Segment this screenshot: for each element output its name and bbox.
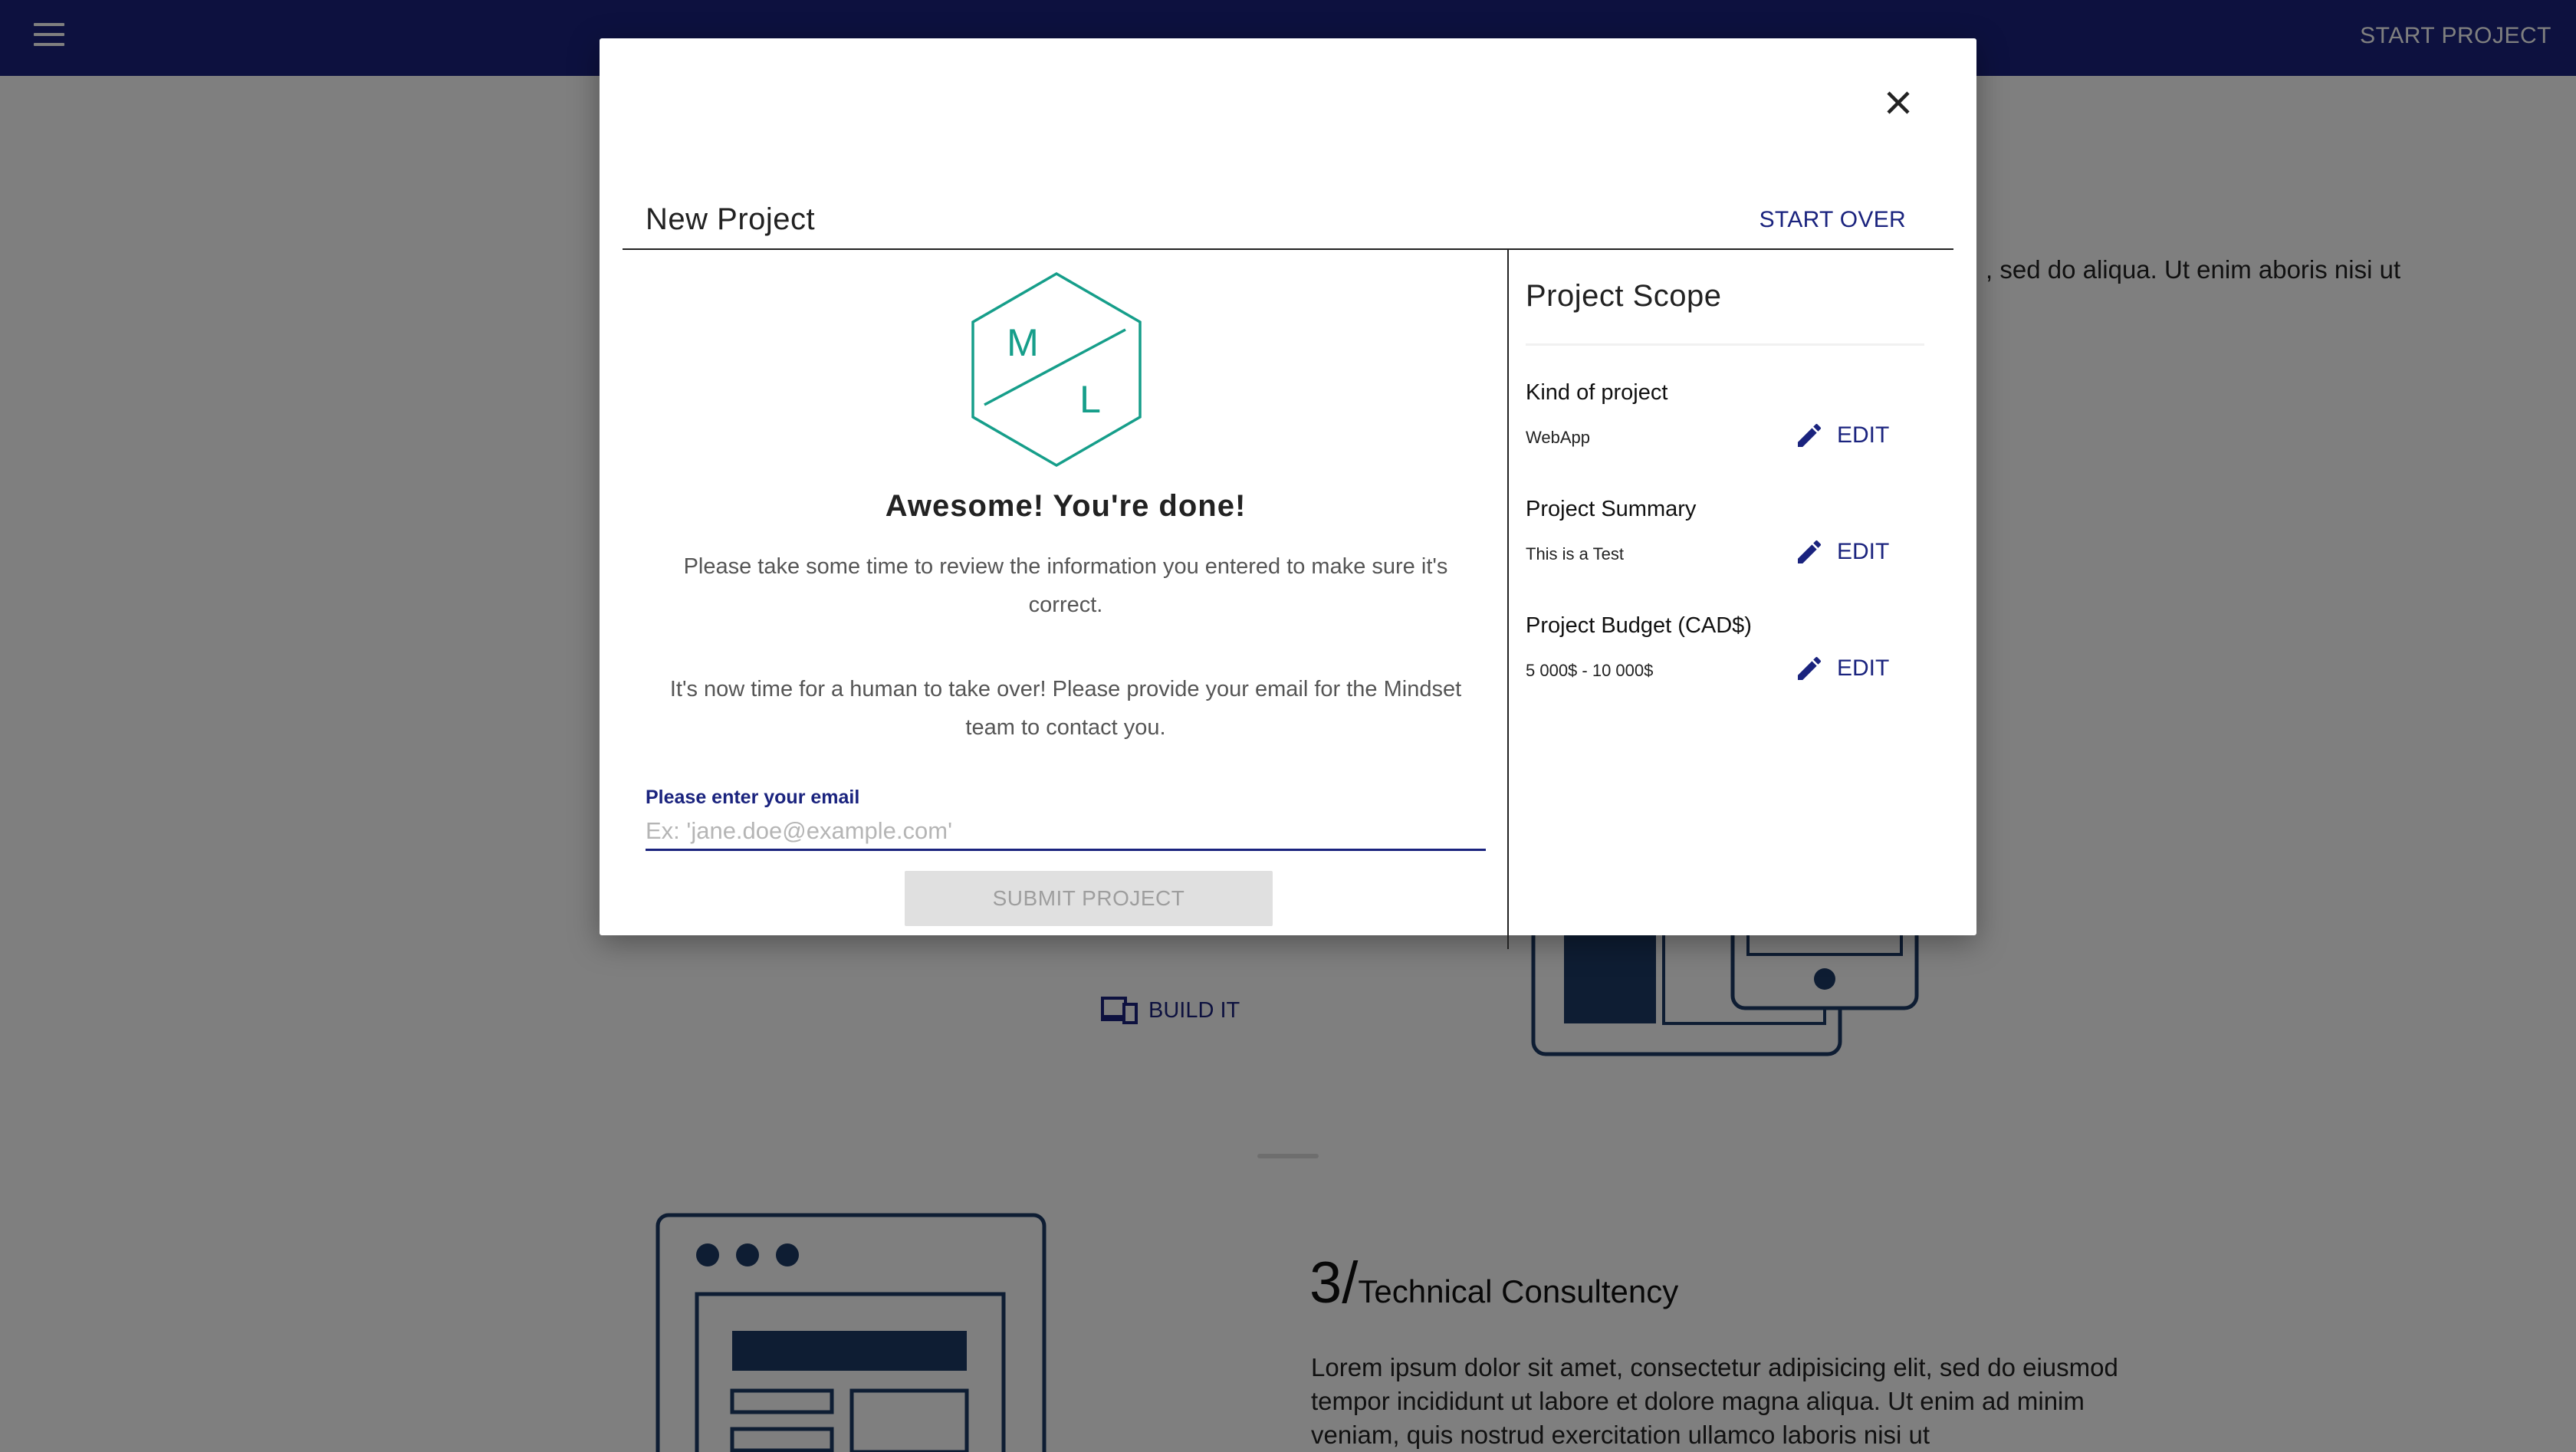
submit-project-button[interactable]: SUBMIT PROJECT <box>905 871 1273 926</box>
project-scope-pane: Project Scope Kind of project WebApp EDI… <box>1510 250 1953 949</box>
scope-item-summary: Project Summary This is a Test EDIT <box>1526 497 1940 604</box>
scope-value: 5 000$ - 10 000$ <box>1526 661 1654 680</box>
edit-label: EDIT <box>1837 539 1890 564</box>
done-heading: Awesome! You're done! <box>885 489 1247 523</box>
summary-pane: M L Awesome! You're done! Please take so… <box>623 250 1509 949</box>
edit-kind-button[interactable]: EDIT <box>1794 420 1889 451</box>
edit-budget-button[interactable]: EDIT <box>1794 653 1889 684</box>
pencil-icon <box>1798 656 1822 680</box>
logo-letter-m: M <box>1007 321 1039 364</box>
edit-label: EDIT <box>1837 422 1890 448</box>
logo-letter-l: L <box>1079 378 1101 421</box>
new-project-dialog: New Project START OVER M L Awesome! You'… <box>600 38 1976 949</box>
email-input[interactable] <box>646 813 1486 851</box>
pencil-icon <box>1798 540 1822 563</box>
scope-item-budget: Project Budget (CAD$) 5 000$ - 10 000$ E… <box>1526 613 1940 721</box>
start-over-button[interactable]: START OVER <box>1760 207 1906 233</box>
scope-label: Kind of project <box>1526 380 1668 405</box>
close-button[interactable] <box>1877 81 1920 124</box>
dialog-header: New Project START OVER <box>623 161 1953 250</box>
edit-summary-button[interactable]: EDIT <box>1794 537 1889 567</box>
review-instructions: Please take some time to review the info… <box>683 554 1448 617</box>
scope-divider <box>1526 343 1924 346</box>
email-label: Please enter your email <box>646 787 860 808</box>
mindset-logo: M L <box>969 271 1144 471</box>
scope-label: Project Budget (CAD$) <box>1526 613 1752 638</box>
close-icon <box>1887 91 1910 114</box>
contact-instructions: It's now time for a human to take over! … <box>669 677 1462 740</box>
scope-item-kind: Kind of project WebApp EDIT <box>1526 380 1940 488</box>
project-scope-title: Project Scope <box>1526 279 1722 313</box>
scope-value: This is a Test <box>1526 544 1624 563</box>
edit-label: EDIT <box>1837 655 1890 681</box>
scope-value: WebApp <box>1526 428 1590 447</box>
pencil-icon <box>1798 423 1822 447</box>
scope-label: Project Summary <box>1526 497 1697 521</box>
dialog-title: New Project <box>646 202 816 236</box>
